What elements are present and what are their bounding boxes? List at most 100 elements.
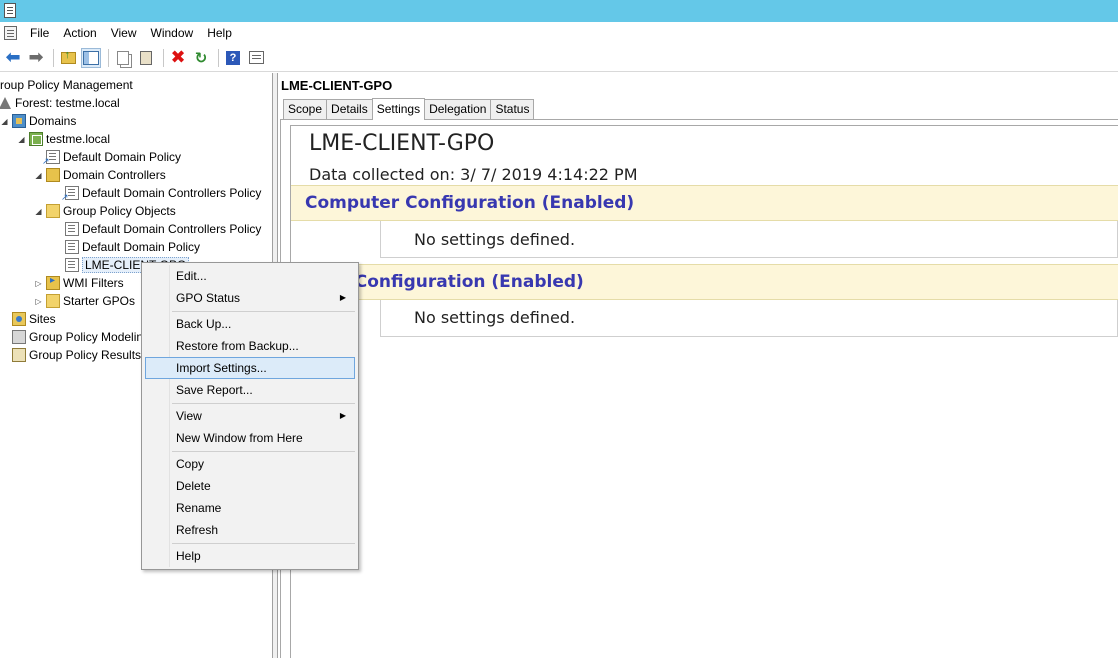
- collapse-icon[interactable]: ◢: [17, 135, 26, 144]
- report-date: Data collected on: 3/ 7/ 2019 4:14:22 PM: [309, 165, 638, 184]
- menu-item-gpo-status[interactable]: GPO Status ▶: [145, 287, 355, 309]
- menu-view[interactable]: View: [104, 22, 144, 44]
- paste-button[interactable]: [136, 48, 156, 68]
- results-icon: [12, 348, 26, 362]
- menu-item-restore-from-backup[interactable]: Restore from Backup...: [145, 335, 355, 357]
- toolbar-separator: [218, 48, 219, 67]
- refresh-icon: ↻: [194, 49, 208, 67]
- menu-file[interactable]: File: [23, 22, 56, 44]
- menu-item-rename[interactable]: Rename: [145, 497, 355, 519]
- forward-icon: ➡: [28, 47, 44, 67]
- menu-item-help[interactable]: Help: [145, 545, 355, 567]
- folder-icon: [46, 204, 60, 218]
- tree-item-group-policy-objects[interactable]: ◢ Group Policy Objects: [34, 202, 176, 220]
- report-title: LME-CLIENT-GPO: [309, 131, 495, 156]
- details-pane-title: LME-CLIENT-GPO: [281, 78, 393, 93]
- menu-window[interactable]: Window: [144, 22, 201, 44]
- tree-item-default-domain-policy-link[interactable]: Default Domain Policy: [42, 148, 182, 167]
- show-hide-tree-button[interactable]: [81, 47, 101, 68]
- help-button[interactable]: ?: [223, 48, 243, 68]
- menu-item-refresh[interactable]: Refresh: [145, 519, 355, 541]
- tree-item-gpm-root[interactable]: roup Policy Management: [0, 76, 133, 94]
- tree-item-gp-results[interactable]: Group Policy Results: [12, 346, 141, 364]
- tab-details[interactable]: Details: [326, 99, 373, 119]
- properties-button[interactable]: [246, 48, 266, 68]
- tree-item-gpo-dc-policy[interactable]: Default Domain Controllers Policy: [65, 220, 261, 238]
- back-icon: ⬅: [5, 47, 21, 67]
- menu-item-new-window-from-here[interactable]: New Window from Here: [145, 427, 355, 449]
- submenu-arrow-icon: ▶: [339, 411, 346, 420]
- tree-item-domain-controllers[interactable]: ◢ Domain Controllers: [34, 166, 166, 184]
- domains-icon: [12, 114, 26, 128]
- menu-item-label: View: [176, 409, 202, 423]
- tab-delegation[interactable]: Delegation: [424, 99, 492, 119]
- tree-item-label: Forest: testme.local: [15, 96, 120, 110]
- toolbar-separator: [163, 48, 164, 67]
- menu-item-import-settings[interactable]: Import Settings...: [145, 357, 355, 379]
- back-button[interactable]: ⬅: [3, 47, 23, 68]
- properties-icon: [248, 51, 264, 64]
- tree-item-label: Default Domain Policy: [63, 150, 182, 164]
- app-icon[interactable]: [4, 3, 16, 18]
- tree-item-wmi-filters[interactable]: ▷ WMI Filters: [34, 274, 124, 292]
- tab-scope[interactable]: Scope: [283, 99, 328, 119]
- tree-item-domain-testme[interactable]: ◢ testme.local: [17, 130, 110, 148]
- submenu-arrow-icon: ▶: [339, 293, 346, 302]
- toolbar-separator: [108, 48, 109, 67]
- tree-item-label: Default Domain Controllers Policy: [82, 222, 262, 236]
- menu-separator: [172, 543, 355, 544]
- computer-config-heading[interactable]: Computer Configuration (Enabled): [305, 193, 634, 213]
- menu-item-delete[interactable]: Delete: [145, 475, 355, 497]
- tab-settings[interactable]: Settings: [371, 98, 426, 120]
- help-icon: ?: [226, 50, 240, 65]
- window-title-bar[interactable]: [0, 0, 1118, 22]
- system-menu-icon[interactable]: [4, 26, 17, 40]
- menu-action[interactable]: Action: [56, 22, 103, 44]
- menu-separator: [172, 403, 355, 404]
- tree-item-gpo-default-domain-policy[interactable]: Default Domain Policy: [65, 238, 200, 256]
- tab-strip: Scope Details Settings Delegation Status: [283, 98, 535, 120]
- refresh-button[interactable]: ↻: [191, 48, 211, 68]
- tree-item-label: roup Policy Management: [0, 78, 133, 92]
- sites-icon: [12, 312, 26, 326]
- menu-item-copy[interactable]: Copy: [145, 453, 355, 475]
- gpo-link-icon: [42, 150, 60, 167]
- toolbar-separator: [53, 48, 54, 67]
- tree-item-domains[interactable]: ◢ Domains: [0, 112, 76, 130]
- gpo-icon: [65, 222, 79, 236]
- menu-item-back-up[interactable]: Back Up...: [145, 313, 355, 335]
- folder-icon: [46, 294, 60, 308]
- modeling-icon: [12, 330, 26, 344]
- menu-item-edit[interactable]: Edit...: [145, 265, 355, 287]
- expand-icon[interactable]: ▷: [34, 297, 43, 306]
- tree-item-label: WMI Filters: [63, 276, 124, 290]
- user-no-settings: No settings defined.: [414, 308, 576, 327]
- menu-separator: [172, 311, 355, 312]
- copy-icon: [117, 50, 129, 65]
- collapse-icon[interactable]: ◢: [34, 171, 43, 180]
- up-folder-icon: [60, 49, 76, 64]
- menu-help[interactable]: Help: [200, 22, 239, 44]
- delete-button[interactable]: ✖: [168, 47, 188, 68]
- expand-icon[interactable]: ▷: [34, 279, 43, 288]
- menu-item-view[interactable]: View ▶: [145, 405, 355, 427]
- tab-status[interactable]: Status: [490, 99, 535, 119]
- collapse-icon[interactable]: ◢: [0, 117, 9, 126]
- menu-bar: File Action View Window Help: [0, 22, 1118, 44]
- gpo-link-icon: [61, 186, 79, 203]
- tree-item-label: Group Policy Results: [29, 348, 142, 362]
- tree-item-gp-modeling[interactable]: Group Policy Modeling: [12, 328, 150, 346]
- tree-item-sites[interactable]: Sites: [12, 310, 56, 328]
- up-folder-button[interactable]: [58, 48, 78, 68]
- copy-button[interactable]: [113, 48, 133, 68]
- tree-item-label: Domains: [29, 114, 77, 128]
- menu-item-save-report[interactable]: Save Report...: [145, 379, 355, 401]
- tree-item-label: Group Policy Objects: [63, 204, 176, 218]
- forward-button[interactable]: ➡: [26, 47, 46, 68]
- collapse-icon[interactable]: ◢: [34, 207, 43, 216]
- tree-item-starter-gpos[interactable]: ▷ Starter GPOs: [34, 292, 135, 310]
- tree-item-forest[interactable]: Forest: testme.local: [0, 94, 120, 112]
- gpo-icon: [65, 240, 79, 254]
- context-menu: Edit... GPO Status ▶ Back Up... Restore …: [141, 262, 359, 570]
- tree-item-dc-policy-link[interactable]: Default Domain Controllers Policy: [61, 184, 261, 203]
